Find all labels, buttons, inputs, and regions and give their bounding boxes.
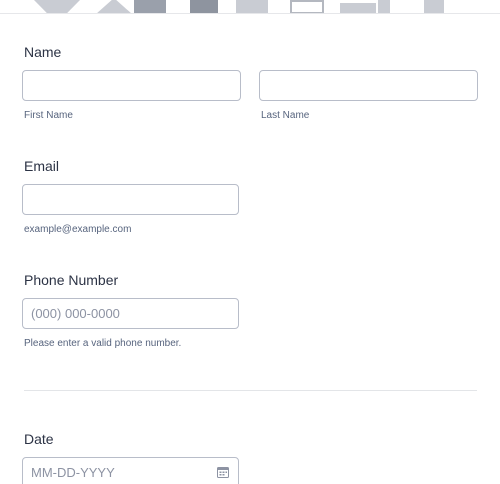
first-name-input[interactable] <box>22 70 241 101</box>
calendar-icon[interactable] <box>217 466 229 478</box>
name-label: Name <box>24 44 62 60</box>
email-label: Email <box>24 158 60 174</box>
first-name-sublabel: First Name <box>24 110 73 121</box>
email-input[interactable] <box>22 184 239 215</box>
phone-input[interactable] <box>22 298 239 329</box>
last-name-input[interactable] <box>259 70 478 101</box>
last-name-sublabel: Last Name <box>261 110 310 121</box>
phone-sublabel: Please enter a valid phone number. <box>24 338 182 349</box>
header-banner-image <box>0 0 500 14</box>
section-divider <box>24 390 477 391</box>
phone-label: Phone Number <box>24 272 119 288</box>
email-sublabel: example@example.com <box>24 224 132 235</box>
date-label: Date <box>24 431 54 447</box>
date-input[interactable] <box>22 457 239 484</box>
